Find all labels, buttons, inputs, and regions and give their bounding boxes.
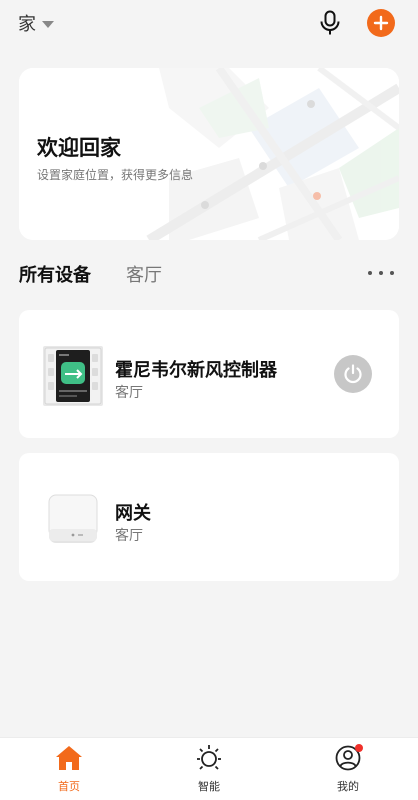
plus-icon [373, 15, 389, 31]
more-dots-icon [368, 271, 372, 275]
nav-smart-label: 智能 [198, 780, 220, 793]
nav-home[interactable]: 首页 [29, 744, 109, 796]
nav-smart[interactable]: 智能 [169, 744, 249, 796]
welcome-card[interactable]: 欢迎回家 设置家庭位置，获得更多信息 [19, 68, 399, 240]
device-name: 网关 [115, 503, 151, 524]
add-button[interactable] [367, 9, 395, 37]
device-name: 霍尼韦尔新风控制器 [115, 360, 277, 381]
gateway-icon [48, 494, 98, 543]
home-selector[interactable]: 家 [18, 10, 54, 36]
nav-me-label: 我的 [337, 780, 359, 793]
microphone-button[interactable] [316, 9, 344, 37]
power-icon [344, 364, 362, 384]
tab-all-devices[interactable]: 所有设备 [19, 261, 91, 287]
more-dot [390, 271, 394, 275]
device-card[interactable]: 网关 客厅 [19, 453, 399, 581]
device-card[interactable]: 霍尼韦尔新风控制器 客厅 [19, 310, 399, 438]
power-button[interactable] [334, 355, 372, 393]
welcome-title: 欢迎回家 [37, 136, 121, 160]
chevron-down-icon [42, 20, 54, 28]
notification-dot [355, 744, 363, 752]
top-bar: 家 [0, 0, 418, 50]
sun-icon [195, 744, 223, 772]
more-options-button[interactable] [368, 266, 394, 280]
device-room: 客厅 [115, 385, 143, 401]
tab-living-room[interactable]: 客厅 [126, 261, 162, 287]
fresh-air-controller-icon [43, 346, 103, 406]
nav-me[interactable]: 我的 [308, 744, 388, 796]
user-icon [334, 744, 363, 772]
room-tabs: 所有设备 客厅 [0, 258, 418, 288]
microphone-icon [320, 10, 340, 35]
more-dot [379, 271, 383, 275]
bottom-navigation: 首页 智能 我的 [0, 737, 418, 800]
home-name: 家 [18, 14, 36, 35]
device-room: 客厅 [115, 528, 143, 544]
welcome-subtitle: 设置家庭位置，获得更多信息 [37, 168, 194, 182]
home-icon [55, 744, 83, 772]
nav-home-label: 首页 [58, 780, 80, 793]
